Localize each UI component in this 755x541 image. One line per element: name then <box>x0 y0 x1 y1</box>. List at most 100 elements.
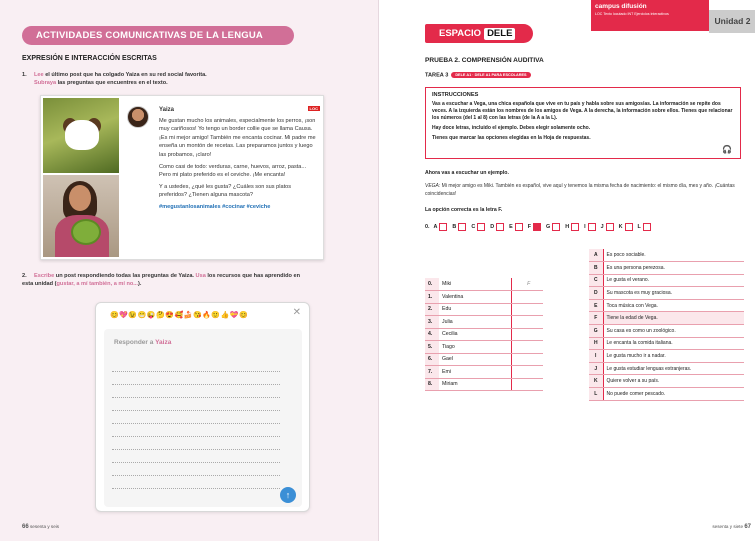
page-number: sesenta y siete 67 <box>712 524 751 530</box>
post-paragraph: Y a ustedes, ¿qué les gusta? ¿Cuáles son… <box>159 183 292 199</box>
answer-option[interactable]: A <box>434 223 448 231</box>
emoji-bar[interactable]: 😊💖😉😁😜🤔😍🥰🍰😘🔥🙂👍💝😊 <box>110 311 248 319</box>
answer-option[interactable]: F <box>528 223 542 231</box>
table-row: F Tiene la edad de Vega. <box>589 311 744 326</box>
friend-answer[interactable] <box>510 303 543 316</box>
answer-letter: L <box>637 224 641 230</box>
friend-answer[interactable]: F <box>510 278 543 291</box>
reply-textarea[interactable]: Responder a Yaiza ↑ <box>104 329 302 507</box>
task-1-instruction: 1. Lee el último post que ha colgado Yaiz… <box>22 71 352 87</box>
option-text: Le gusta estudiar lenguas extranjeras. <box>603 362 744 376</box>
answer-checkbox[interactable] <box>571 223 580 231</box>
table-row: 8. Miriam <box>425 378 543 391</box>
task-2-instruction: 2. Escribe un post respondiendo todas las… <box>22 272 312 288</box>
friend-number: 0. <box>425 278 439 291</box>
right-page: ESPACIO DELE campus difusión LOC Texto lo… <box>378 0 755 541</box>
campus-difusion-badge[interactable]: campus difusión LOC Texto locutado INT E… <box>591 0 709 31</box>
table-row: 5. Tiago <box>425 340 543 354</box>
espacio-dele-banner: ESPACIO DELE <box>425 24 533 43</box>
answer-letter: G <box>546 224 551 230</box>
answer-checkbox[interactable] <box>624 223 633 231</box>
option-text: Su casa es como un zoológico. <box>603 324 744 338</box>
answer-letter: H <box>565 224 570 230</box>
friend-answer[interactable] <box>510 328 543 341</box>
headphones-icon[interactable]: 🎧 <box>722 146 732 154</box>
answer-option[interactable]: G <box>546 223 561 231</box>
table-row: 3. Julia <box>425 315 543 329</box>
table-row: 2. Edu <box>425 303 543 316</box>
answer-checkbox[interactable] <box>533 223 542 231</box>
table-row: L No puede comer pescado. <box>589 387 744 401</box>
option-letter: I <box>589 349 604 363</box>
option-text: Es poco sociable. <box>603 249 744 263</box>
table-row: 4. Cecilia <box>425 328 543 341</box>
answer-checkbox[interactable] <box>642 223 651 231</box>
post-paragraph: Como casi de todo: verduras, carne, huev… <box>159 163 307 179</box>
answer-option[interactable]: I <box>584 223 596 231</box>
post-hashtags[interactable]: #megustanlosanimales #cocinar #ceviche <box>159 203 317 212</box>
instructions-text: Hay doce letras, incluido el ejemplo. De… <box>432 125 591 131</box>
friend-answer[interactable] <box>510 365 543 379</box>
task-verb: Lee <box>34 72 44 78</box>
answer-checkbox[interactable] <box>496 223 505 231</box>
page-number: 66 sesenta y seis <box>22 524 60 530</box>
answer-option[interactable]: K <box>619 223 633 231</box>
test-title: PRUEBA 2. COMPRENSIÓN AUDITIVA <box>425 57 544 64</box>
friend-name: Tiago <box>439 340 511 354</box>
friend-answer[interactable] <box>510 290 543 304</box>
options-table: A Es poco sociable. B Es una persona perezo… <box>589 249 744 401</box>
option-text: Le encanta la comida italiana. <box>603 337 744 351</box>
answer-checkbox[interactable] <box>587 223 596 231</box>
example-intro: Ahora vas a escuchar un ejemplo. <box>425 170 509 176</box>
close-icon[interactable]: ✕ <box>293 307 301 318</box>
table-row: C Le gusta el verano. <box>589 274 744 288</box>
instructions-text: Tienes que marcar las opciones elegidas … <box>432 135 591 141</box>
friend-number: 8. <box>425 378 439 391</box>
answer-option[interactable]: E <box>509 223 523 231</box>
option-letter: H <box>589 337 604 351</box>
answer-sheet-row: 0. A B C D E F G H I J K L <box>425 223 656 231</box>
answer-checkbox[interactable] <box>477 223 486 231</box>
answer-option[interactable]: D <box>490 223 505 231</box>
left-page: ACTIVIDADES COMUNICATIVAS DE LA LENGUA E… <box>0 0 378 541</box>
table-row: 6. Gael <box>425 353 543 366</box>
answer-checkbox[interactable] <box>458 223 467 231</box>
option-text: Le gusta mucho ir a nadar. <box>603 349 744 363</box>
social-post: LOC Yaiza Me gustan mucho los animales, … <box>40 95 324 260</box>
option-letter: C <box>589 274 604 288</box>
answer-checkbox[interactable] <box>514 223 523 231</box>
option-text: Es una persona perezosa. <box>603 261 744 275</box>
option-text: No puede comer pescado. <box>603 387 744 401</box>
girl-photo <box>43 175 119 257</box>
post-paragraph: Me gustan mucho los animales, especialme… <box>159 117 316 158</box>
answer-option[interactable]: C <box>471 223 486 231</box>
unit-tab: Unidad 2 <box>709 10 755 33</box>
answer-checkbox[interactable] <box>605 223 614 231</box>
friend-answer[interactable] <box>510 353 543 366</box>
friend-answer[interactable] <box>510 340 543 354</box>
instructions-box: INSTRUCCIONES Vas a escuchar a Vega, una… <box>425 87 741 159</box>
example-text: VEGA: Mi mejor amigo es Miki. También es… <box>425 183 735 197</box>
answer-checkbox[interactable] <box>439 223 448 231</box>
answer-option[interactable]: H <box>565 223 580 231</box>
friend-answer[interactable] <box>510 378 543 391</box>
answer-letter: K <box>618 224 623 230</box>
answer-option[interactable]: L <box>638 223 651 231</box>
option-letter: E <box>589 299 604 313</box>
friend-name: Gael <box>439 353 511 366</box>
writing-lines <box>112 359 280 489</box>
task-text: las preguntas que encuentres en el texto… <box>56 80 168 86</box>
option-letter: A <box>589 249 604 263</box>
answer-checkbox[interactable] <box>552 223 561 231</box>
answer-option[interactable]: J <box>601 223 614 231</box>
friend-number: 7. <box>425 365 439 379</box>
friend-number: 5. <box>425 340 439 354</box>
task-number: 1. <box>22 72 27 78</box>
answer-option[interactable]: B <box>452 223 467 231</box>
friend-name: Miriam <box>439 378 511 391</box>
send-button[interactable]: ↑ <box>280 487 296 503</box>
section-banner: ACTIVIDADES COMUNICATIVAS DE LA LENGUA <box>22 26 294 45</box>
answer-letter: E <box>509 224 513 230</box>
task-verb: Subraya <box>34 80 57 86</box>
friend-answer[interactable] <box>510 315 543 329</box>
